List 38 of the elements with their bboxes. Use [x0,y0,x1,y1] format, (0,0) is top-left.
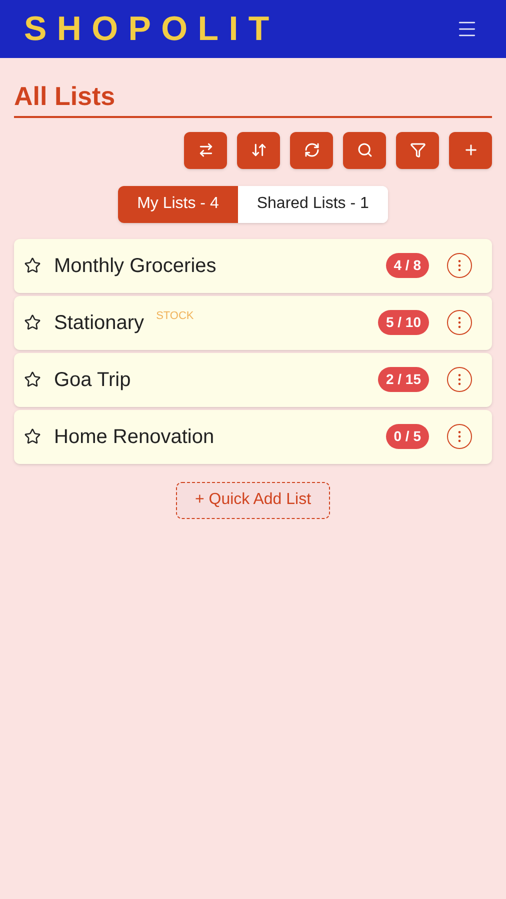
app-logo: SHOPOLIT [24,8,280,50]
list-name: Home Renovation [54,424,214,450]
more-button[interactable] [447,310,472,335]
list-tag: STOCK [156,308,194,324]
page-title: All Lists [14,80,116,112]
item-count: 2 / 15 [378,367,429,392]
sort-button[interactable] [237,132,280,168]
star-icon[interactable] [24,314,41,331]
list-card[interactable]: Home Renovation 0 / 5 [14,410,492,464]
sort-icon [250,142,266,158]
search-button[interactable] [343,132,386,168]
list-card[interactable]: Goa Trip 2 / 15 [14,352,492,406]
list-name: Goa Trip [54,368,131,392]
item-count: 4 / 8 [386,253,429,278]
list-card[interactable]: Monthly Groceries 4 / 8 [14,238,492,292]
list-tab[interactable]: Shared Lists - 1 [238,186,388,222]
swap-button[interactable] [184,132,227,168]
refresh-icon [304,142,320,158]
swap-icon [198,142,214,158]
filter-button[interactable] [396,132,439,168]
more-button[interactable] [447,253,472,278]
star-icon[interactable] [24,428,41,445]
list-card[interactable]: Stationary STOCK 5 / 10 [14,296,492,350]
item-count: 0 / 5 [386,424,429,449]
refresh-button[interactable] [290,132,333,168]
list-name: Stationary [54,310,144,336]
list-tab[interactable]: My Lists - 4 [118,186,238,222]
search-icon [356,142,372,158]
list-name: Monthly Groceries [54,254,216,278]
star-icon[interactable] [24,257,41,274]
star-icon[interactable] [24,371,41,388]
plus-icon [462,142,478,158]
add-button[interactable] [449,132,492,168]
item-count: 5 / 10 [378,310,429,335]
more-button[interactable] [447,367,472,392]
more-button[interactable] [447,424,472,449]
filter-icon [410,142,426,158]
quick-add-button[interactable]: + Quick Add List [176,482,330,518]
